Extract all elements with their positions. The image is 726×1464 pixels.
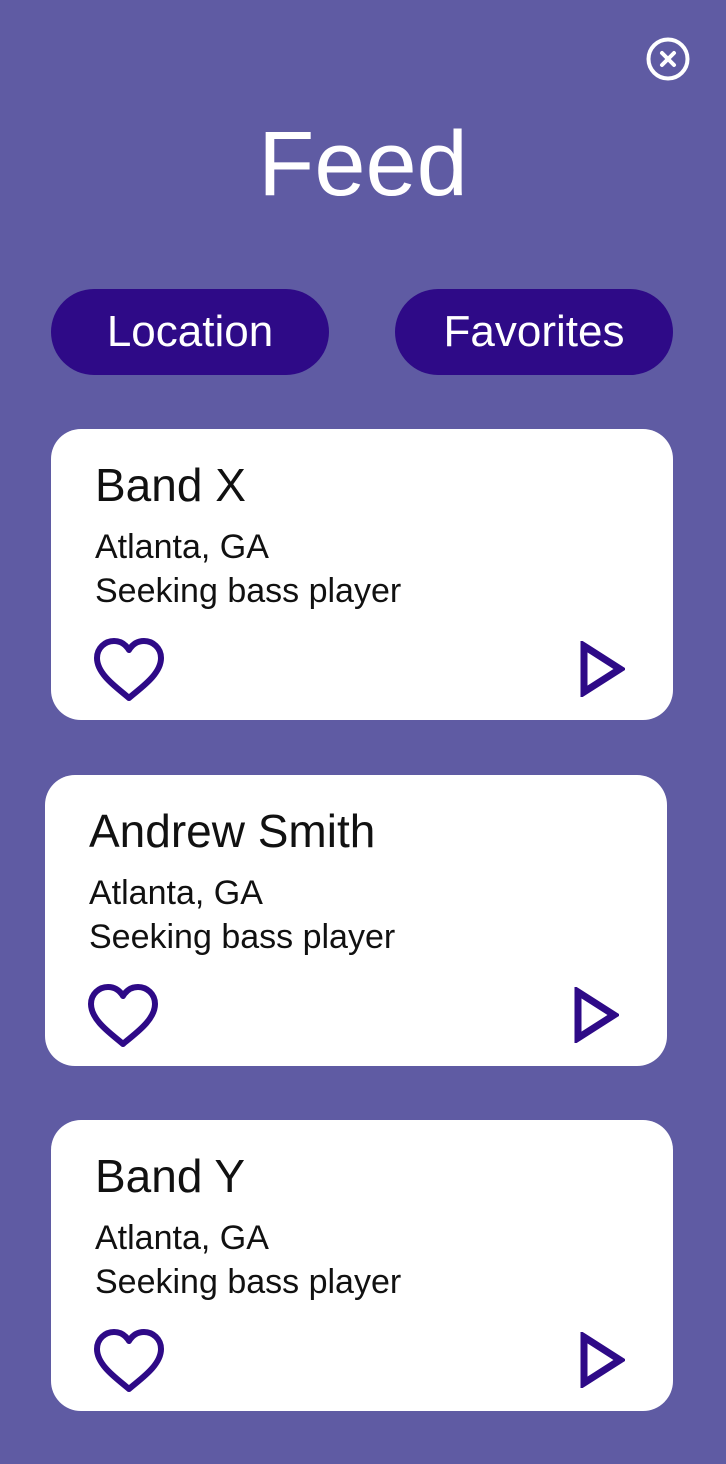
feed-card[interactable]: Band X Atlanta, GA Seeking bass player bbox=[51, 429, 673, 720]
page-title: Feed bbox=[258, 113, 468, 215]
heart-outline-icon bbox=[94, 638, 164, 701]
location-filter-button[interactable]: Location bbox=[51, 289, 329, 375]
card-location: Atlanta, GA bbox=[95, 528, 269, 566]
favorites-filter-button[interactable]: Favorites bbox=[395, 289, 673, 375]
heart-outline-icon bbox=[94, 1329, 164, 1392]
play-icon bbox=[580, 641, 625, 697]
card-status: Seeking bass player bbox=[95, 1263, 402, 1301]
play-button[interactable] bbox=[579, 1332, 625, 1388]
card-title: Band X bbox=[95, 459, 246, 511]
card-status: Seeking bass player bbox=[95, 572, 402, 610]
feed-card[interactable]: Andrew Smith Atlanta, GA Seeking bass pl… bbox=[45, 775, 667, 1066]
favorite-button[interactable] bbox=[87, 983, 159, 1049]
favorite-button[interactable] bbox=[93, 637, 165, 703]
feed-card[interactable]: Band Y Atlanta, GA Seeking bass player bbox=[51, 1120, 673, 1411]
play-icon bbox=[580, 1332, 625, 1388]
play-button[interactable] bbox=[579, 641, 625, 697]
favorite-button[interactable] bbox=[93, 1328, 165, 1394]
card-title: Andrew Smith bbox=[89, 805, 376, 857]
card-title: Band Y bbox=[95, 1150, 246, 1202]
play-button[interactable] bbox=[573, 987, 619, 1043]
heart-outline-icon bbox=[88, 984, 158, 1047]
play-icon bbox=[574, 987, 619, 1043]
close-button[interactable] bbox=[646, 37, 690, 81]
card-location: Atlanta, GA bbox=[89, 874, 263, 912]
close-circle-icon bbox=[646, 37, 690, 81]
card-location: Atlanta, GA bbox=[95, 1219, 269, 1257]
card-status: Seeking bass player bbox=[89, 918, 396, 956]
